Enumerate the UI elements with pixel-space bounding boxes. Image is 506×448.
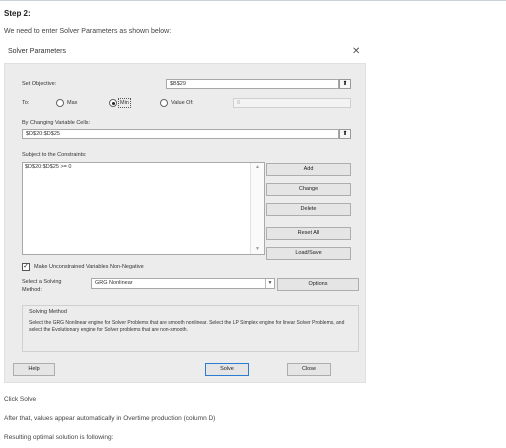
scroll-down-icon[interactable]: ▼: [251, 245, 264, 254]
close-icon[interactable]: ✕: [352, 46, 360, 57]
unconstrained-checkbox[interactable]: ✓: [22, 263, 30, 271]
top-divider: [0, 0, 506, 1]
add-button[interactable]: Add: [266, 163, 351, 176]
value-of-label: Value Of:: [171, 100, 194, 106]
changing-cells-input[interactable]: $D$20:$D$25: [22, 129, 339, 139]
intro-text: We need to enter Solver Parameters as sh…: [4, 28, 172, 35]
solver-parameters-dialog: Set Objective: $B$29 ⬆ To: Max Min Value…: [4, 63, 366, 383]
constraints-list[interactable]: $D$20:$D$25 >= 0: [22, 162, 265, 255]
max-radio[interactable]: [56, 99, 64, 107]
reset-all-button[interactable]: Reset All: [266, 227, 351, 240]
solving-method-select[interactable]: GRG Nonlinear ▼: [91, 278, 275, 289]
constraints-label: Subject to the Constraints:: [22, 152, 87, 158]
result-note-text: Resulting optimal solution is following:: [4, 434, 114, 441]
solving-method-label-2: Method:: [22, 287, 42, 293]
range-select-icon[interactable]: ⬆: [339, 79, 351, 89]
constraint-item[interactable]: $D$20:$D$25 >= 0: [25, 164, 262, 170]
solving-method-title: Solving Method: [29, 309, 67, 315]
set-objective-input[interactable]: $B$29: [166, 79, 339, 89]
unconstrained-label: Make Unconstrained Variables Non-Negativ…: [34, 264, 144, 270]
after-note-text: After that, values appear automatically …: [4, 415, 216, 422]
solving-method-label: Select a Solving: [22, 279, 62, 285]
value-of-input[interactable]: 0: [233, 98, 351, 108]
solve-button[interactable]: Solve: [205, 363, 249, 376]
changing-cells-label: By Changing Variable Cells:: [22, 120, 91, 126]
value-of-radio[interactable]: [160, 99, 168, 107]
chevron-down-icon[interactable]: ▼: [265, 279, 274, 288]
scroll-up-icon[interactable]: ▲: [251, 163, 264, 172]
set-objective-label: Set Objective:: [22, 81, 57, 87]
min-radio[interactable]: [109, 99, 117, 107]
options-button[interactable]: Options: [277, 278, 359, 291]
solving-method-description: Select the GRG Nonlinear engine for Solv…: [29, 320, 345, 333]
solving-method-group: Solving Method Select the GRG Nonlinear …: [22, 305, 359, 352]
help-button[interactable]: Help: [13, 363, 55, 376]
close-button[interactable]: Close: [287, 363, 331, 376]
constraints-scrollbar[interactable]: ▲ ▼: [250, 163, 264, 254]
load-save-button[interactable]: Load/Save: [266, 247, 351, 260]
min-label: Min: [118, 98, 131, 108]
range-select-icon[interactable]: ⬆: [339, 129, 351, 139]
solving-method-value: GRG Nonlinear: [95, 280, 133, 286]
step-heading: Step 2:: [4, 9, 31, 18]
to-label: To:: [22, 100, 30, 106]
max-label: Max: [67, 100, 78, 106]
delete-button[interactable]: Delete: [266, 203, 351, 216]
change-button[interactable]: Change: [266, 183, 351, 196]
dialog-title: Solver Parameters: [8, 48, 66, 55]
click-solve-text: Click Solve: [4, 396, 37, 403]
